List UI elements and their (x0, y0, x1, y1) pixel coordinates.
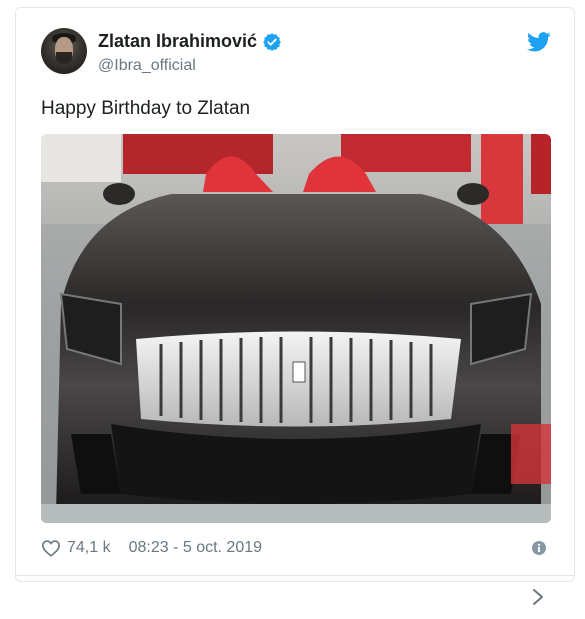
tweet-photo[interactable] (41, 134, 551, 523)
info-icon[interactable] (532, 541, 546, 555)
heart-icon[interactable] (41, 539, 61, 557)
tweet-timestamp[interactable]: 08:23 - 5 oct. 2019 (129, 539, 262, 557)
chevron-right-icon[interactable] (532, 588, 544, 606)
verified-badge-icon (263, 32, 281, 51)
author-row: Zlatan Ibrahimović (98, 31, 282, 52)
tweet-meta: 74,1 k 08:23 - 5 oct. 2019 (41, 539, 262, 557)
author-handle[interactable]: @Ibra_official (98, 57, 196, 75)
tweet-card[interactable]: Zlatan Ibrahimović @Ibra_official Happy … (15, 7, 575, 582)
author-name[interactable]: Zlatan Ibrahimović (98, 31, 257, 52)
tweet-text: Happy Birthday to Zlatan (41, 98, 251, 119)
like-count[interactable]: 74,1 k (67, 539, 111, 557)
avatar[interactable] (41, 28, 87, 74)
twitter-bird-icon[interactable] (527, 32, 551, 52)
avatar-beard (56, 52, 72, 64)
card-divider (16, 575, 574, 576)
